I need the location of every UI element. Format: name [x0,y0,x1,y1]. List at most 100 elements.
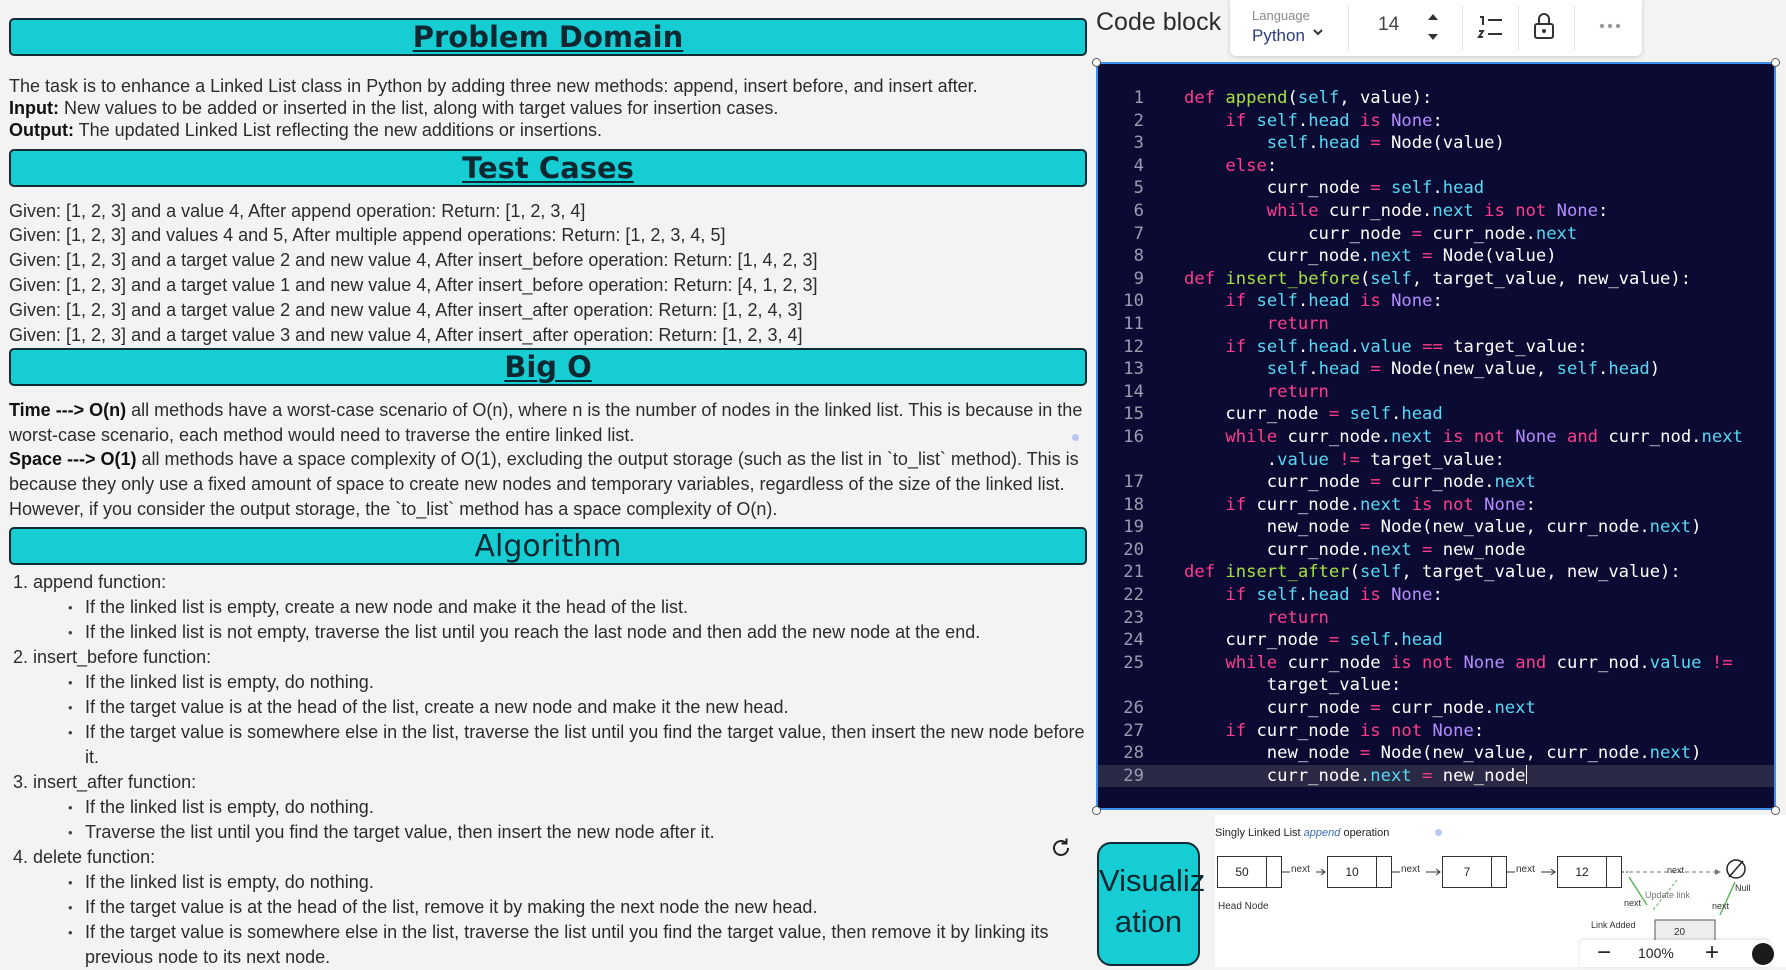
code-text: self.head = Node(new_value, self.head) [1266,359,1661,380]
code-line[interactable]: 14 return [1098,381,1774,404]
code-line[interactable]: 16 while curr_node.next is not None and … [1098,426,1774,449]
line-number: 8 [1133,246,1144,267]
code-line[interactable]: 23 return [1098,607,1774,630]
algorithm-bullet: If the linked list is empty, do nothing. [68,870,1085,895]
algorithm-bullet: If the linked list is empty, create a ne… [68,595,1085,620]
code-line[interactable]: 0 .value != target_value: [1098,449,1774,472]
code-text: curr_node = self.head [1184,404,1443,425]
code-text: target_value: [1184,675,1402,696]
algorithm-heading: Algorithm [9,527,1087,565]
resize-handle[interactable] [1092,806,1101,815]
code-line[interactable]: 19 new_node = Node(new_value, curr_node.… [1098,516,1774,539]
line-number: 10 [1123,291,1144,312]
visualization-button[interactable]: Visualiz ation [1097,842,1205,966]
code-lines: 1 def append(self, value): 2 if self.head … [1098,87,1774,788]
code-text: curr_node = self.head [1184,178,1485,199]
output-text: The updated Linked List reflecting the n… [73,120,602,140]
code-line[interactable]: 18 if curr_node.next is not None: [1098,494,1774,517]
code-line[interactable]: 7 curr_node = curr_node.next [1098,223,1774,246]
input-text: New values to be added or inserted in th… [58,98,779,118]
line-number: 27 [1123,720,1144,741]
document-panel: Problem Domain The task is to enhance a … [0,0,1100,967]
zoom-in-button[interactable]: + [1688,940,1736,967]
test-cases-heading: Test Cases [9,149,1087,187]
code-text: while curr_node is not None and curr_nod… [1225,652,1733,673]
text-cursor [1525,764,1528,784]
code-line[interactable]: 0 target_value: [1098,674,1774,697]
link-added-label: Link Added [1591,920,1636,930]
line-number: 3 [1133,133,1144,154]
line-number: 28 [1123,743,1144,764]
code-line[interactable]: 4 else: [1098,155,1774,178]
problem-domain-title: Problem Domain [412,20,684,54]
line-number: 21 [1123,562,1144,583]
resize-handle[interactable] [1771,58,1780,67]
code-line[interactable]: 10 if self.head is None: [1098,290,1774,313]
resize-handle[interactable] [1092,58,1101,67]
test-case-item: Given: [1, 2, 3] and a target value 1 an… [9,275,818,295]
code-line[interactable]: 8 curr_node.next = Node(value) [1098,245,1774,268]
code-line[interactable]: 28 new_node = Node(new_value, curr_node.… [1098,742,1774,765]
code-line[interactable]: 2 if self.head is None: [1098,110,1774,133]
code-text: curr_node = curr_node.next [1184,223,1578,244]
line-number: 11 [1123,313,1144,334]
algorithm-bullet: If the linked list is not empty, travers… [68,620,1085,645]
code-line[interactable]: 1 def append(self, value): [1098,87,1774,110]
code-line[interactable]: 11 return [1098,313,1774,336]
code-line[interactable]: 3 self.head = Node(value) [1098,132,1774,155]
algorithm-bullet: If the target value is at the head of th… [68,695,1085,720]
test-case-item: Given: [1, 2, 3] and a value 4, After ap… [9,201,586,221]
test-case-item: Given: [1, 2, 3] and a target value 2 an… [9,300,803,320]
code-line[interactable]: 12 if self.head.value == target_value: [1098,336,1774,359]
code-line[interactable]: 9 def insert_before(self, target_value, n… [1098,268,1774,291]
algorithm-step: 3. insert_after function: [13,772,197,792]
code-text: def insert_before(self, target_value, ne… [1184,268,1692,289]
toolbar-divider [1348,6,1349,50]
code-line[interactable]: 6 while curr_node.next is not None: [1098,200,1774,223]
lock-icon[interactable] [1532,11,1556,41]
algorithm-title: Algorithm [474,529,622,564]
resize-handle[interactable] [1771,806,1780,815]
algorithm-bullet: If the target value is at the head of th… [68,895,1085,920]
code-line[interactable]: 13 self.head = Node(new_value, self.head… [1098,358,1774,381]
input-label: Input: [9,98,59,118]
zoom-out-button[interactable]: − [1580,940,1628,967]
space-complexity-text: Space ---> O(1) all methods have a space… [9,447,1084,522]
code-line[interactable]: 17 curr_node = curr_node.next [1098,471,1774,494]
code-text: curr_node = self.head [1184,630,1443,651]
code-editor[interactable]: 1 def append(self, value): 2 if self.head … [1096,62,1776,810]
chevron-down-icon[interactable] [1312,28,1324,38]
line-number: 4 [1133,155,1144,176]
line-number: 2 [1133,110,1144,131]
big-o-heading: Big O [9,348,1087,386]
algorithm-bullet: If the target value is somewhere else in… [68,920,1085,970]
code-line[interactable]: 15 curr_node = self.head [1098,403,1774,426]
code-text: curr_node.next = Node(value) [1184,246,1557,267]
code-text: return [1266,381,1329,402]
line-numbers-icon[interactable] [1476,14,1506,42]
font-size-stepper-icon[interactable] [1426,10,1440,44]
toolbar-divider [1462,6,1463,50]
code-line[interactable]: 24 curr_node = self.head [1098,629,1774,652]
test-case-item: Given: [1, 2, 3] and values 4 and 5, Aft… [9,225,726,245]
refresh-icon[interactable] [1049,836,1073,860]
code-line[interactable]: 22 if self.head is None: [1098,584,1774,607]
code-line[interactable]: 5 curr_node = self.head [1098,177,1774,200]
language-select[interactable]: Python [1252,26,1305,46]
line-number: 14 [1123,381,1144,402]
line-number: 17 [1123,472,1144,493]
code-line[interactable]: 29 curr_node.next = new_node [1098,764,1774,788]
code-line[interactable]: 27 if curr_node is not None: [1098,720,1774,743]
code-line[interactable]: 26 curr_node = curr_node.next [1098,697,1774,720]
code-line[interactable]: 25 while curr_node is not None and curr_… [1098,652,1774,675]
font-size-input[interactable]: 14 [1378,14,1399,36]
code-line[interactable]: 20 curr_node.next = new_node [1098,539,1774,562]
zoom-control: − 100% + [1580,940,1774,967]
toolbar-divider [1574,6,1575,50]
head-node-label: Head Node [1218,901,1269,912]
line-number: 29 [1123,765,1144,786]
user-avatar[interactable] [1752,943,1774,965]
more-options-icon[interactable] [1598,22,1622,30]
code-line[interactable]: 21 def insert_after(self, target_value, n… [1098,561,1774,584]
line-number: 23 [1123,607,1144,628]
